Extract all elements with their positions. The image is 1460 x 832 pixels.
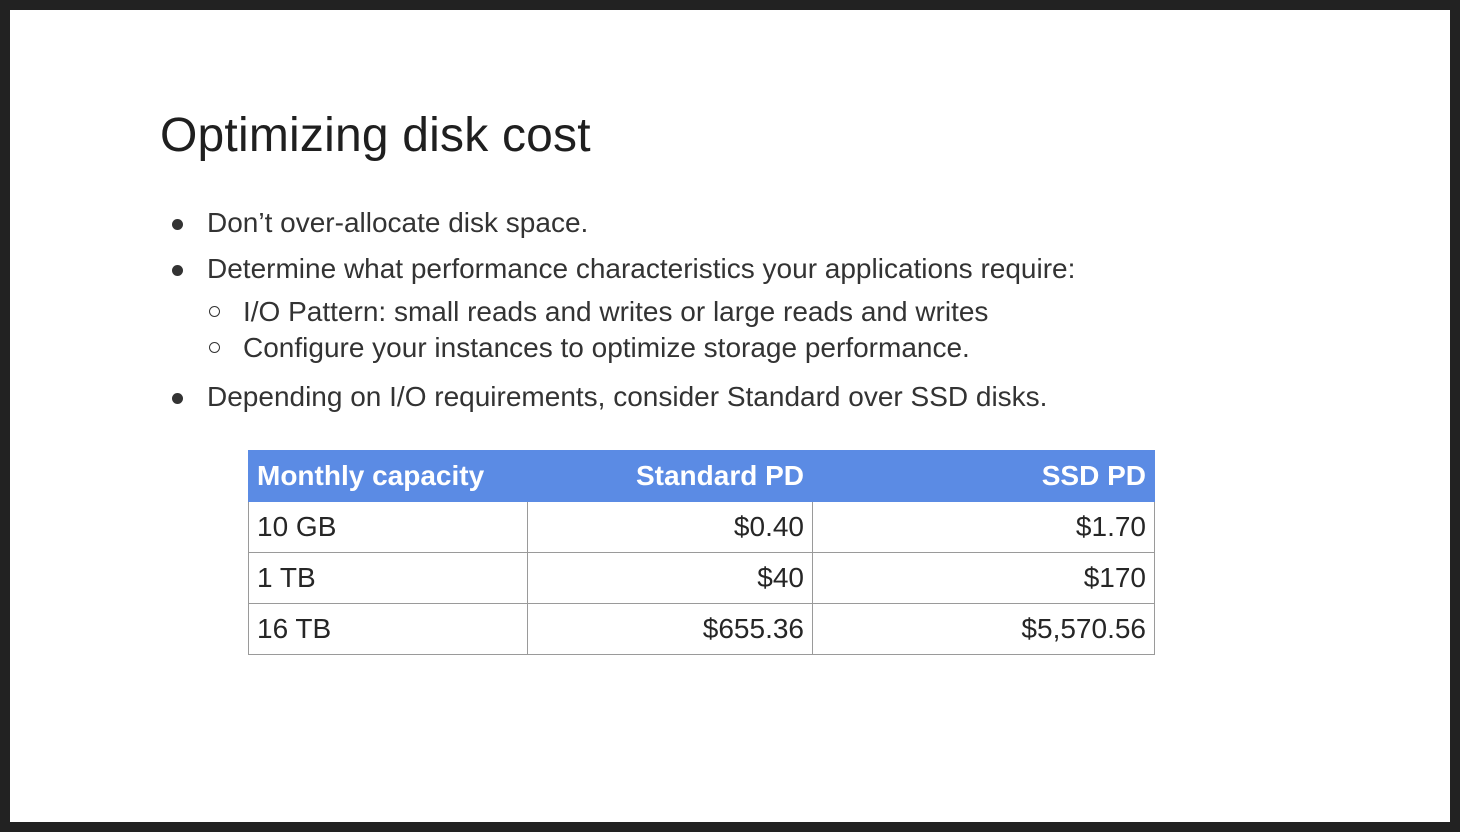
bullet-item: Determine what performance characteristi… — [160, 246, 1260, 292]
sub-bullet-text: Configure your instances to optimize sto… — [243, 332, 970, 363]
ssd-pd-cell: $5,570.56 — [812, 603, 1155, 655]
table-header-row: Monthly capacity Standard PD SSD PD — [248, 450, 1155, 502]
disk-cost-table: Monthly capacity Standard PD SSD PD 10 G… — [248, 450, 1155, 655]
bullet-item: Depending on I/O requirements, consider … — [160, 374, 1260, 420]
slide: Optimizing disk cost Don’t over-allocate… — [10, 10, 1450, 822]
column-header-capacity: Monthly capacity — [248, 450, 528, 502]
slide-title: Optimizing disk cost — [160, 109, 591, 162]
sub-bullet-text: I/O Pattern: small reads and writes or l… — [243, 296, 989, 327]
column-header-standard-pd: Standard PD — [527, 450, 813, 502]
standard-pd-cell: $0.40 — [527, 501, 813, 553]
bullet-dot-icon — [172, 219, 183, 230]
presentation-frame: Optimizing disk cost Don’t over-allocate… — [0, 0, 1460, 832]
bullet-dot-icon — [172, 265, 183, 276]
capacity-cell: 10 GB — [248, 501, 528, 553]
bullet-item: Don’t over-allocate disk space. — [160, 200, 1260, 246]
table-row: 10 GB $0.40 $1.70 — [248, 501, 1155, 553]
bullet-text: Depending on I/O requirements, consider … — [207, 381, 1048, 412]
bullet-list: Don’t over-allocate disk space. Determin… — [160, 200, 1260, 420]
standard-pd-cell: $40 — [527, 552, 813, 604]
ssd-pd-cell: $170 — [812, 552, 1155, 604]
capacity-cell: 1 TB — [248, 552, 528, 604]
table-row: 1 TB $40 $170 — [248, 552, 1155, 604]
standard-pd-cell: $655.36 — [527, 603, 813, 655]
capacity-cell: 16 TB — [248, 603, 528, 655]
ssd-pd-cell: $1.70 — [812, 501, 1155, 553]
table-row: 16 TB $655.36 $5,570.56 — [248, 603, 1155, 655]
sub-bullet-item: Configure your instances to optimize sto… — [160, 330, 1260, 366]
bullet-dot-icon — [172, 393, 183, 404]
hollow-bullet-icon — [209, 306, 220, 317]
sub-bullet-item: I/O Pattern: small reads and writes or l… — [160, 294, 1260, 330]
hollow-bullet-icon — [209, 342, 220, 353]
bullet-text: Determine what performance characteristi… — [207, 253, 1076, 284]
bullet-text: Don’t over-allocate disk space. — [207, 207, 589, 238]
column-header-ssd-pd: SSD PD — [812, 450, 1155, 502]
